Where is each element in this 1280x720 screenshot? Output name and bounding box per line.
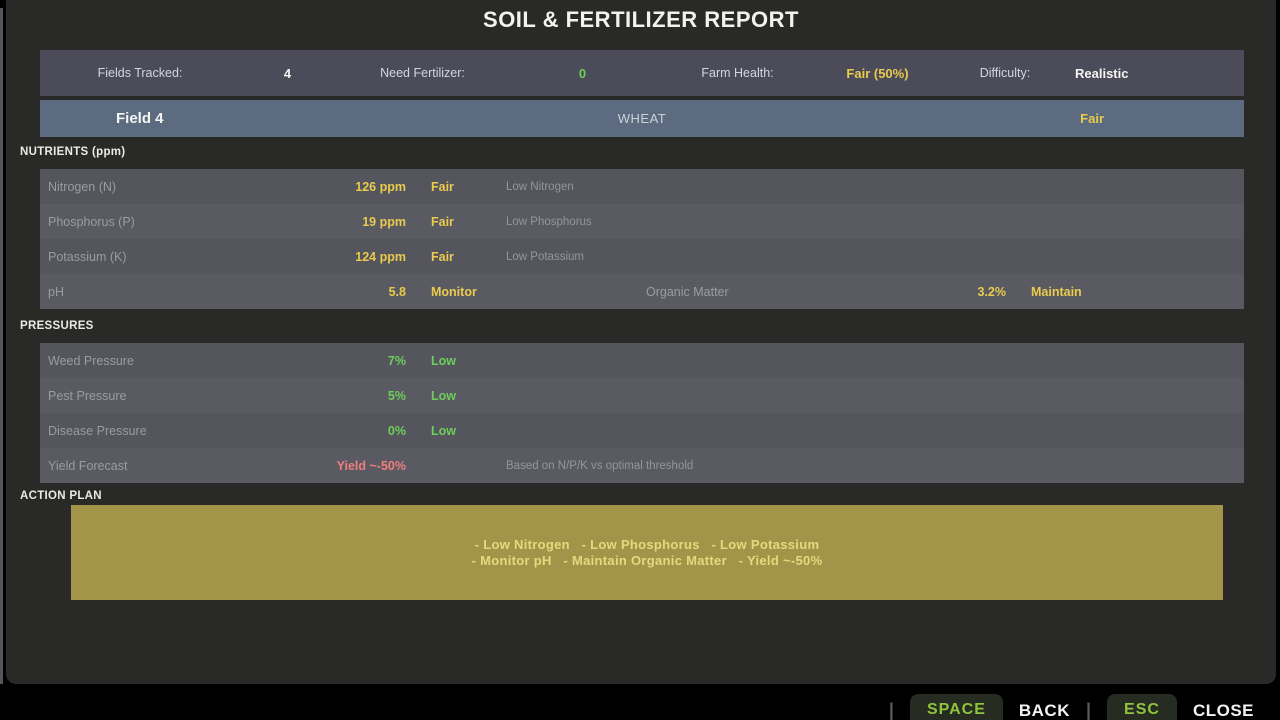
pressure-value: 0% <box>234 424 406 438</box>
pressure-status: Low <box>431 424 506 438</box>
farm-health-label: Farm Health: <box>655 66 820 80</box>
yield-forecast-row: Yield Forecast Yield ~-50% Based on N/P/… <box>40 448 1244 483</box>
difficulty-label: Difficulty: <box>935 66 1075 80</box>
yield-forecast-value: Yield ~-50% <box>234 459 406 473</box>
hint-divider: | <box>1086 694 1091 720</box>
pressure-value: 5% <box>234 389 406 403</box>
pressure-status: Low <box>431 389 506 403</box>
nutrient-label: Phosphorus (P) <box>40 215 234 229</box>
yield-forecast-note: Based on N/P/K vs optimal threshold <box>506 460 1244 472</box>
nutrient-row-nitrogen: Nitrogen (N) 126 ppm Fair Low Nitrogen <box>40 169 1244 204</box>
action-plan-line-2: - Monitor pH - Maintain Organic Matter -… <box>472 553 823 568</box>
nutrient-row-ph-organic-matter: pH 5.8 Monitor Organic Matter 3.2% Maint… <box>40 274 1244 309</box>
fields-tracked-label: Fields Tracked: <box>40 66 240 80</box>
nutrient-row-potassium: Potassium (K) 124 ppm Fair Low Potassium <box>40 239 1244 274</box>
nutrient-value: 19 ppm <box>234 215 406 229</box>
ph-label: pH <box>40 285 234 299</box>
nutrient-note: Low Phosphorus <box>506 216 1244 228</box>
close-label: CLOSE <box>1193 694 1254 720</box>
soil-fertilizer-report-panel: SOIL & FERTILIZER REPORT Fields Tracked:… <box>6 0 1276 684</box>
hint-divider: | <box>889 694 894 720</box>
space-key-button[interactable]: SPACE <box>910 694 1003 720</box>
need-fertilizer-label: Need Fertilizer: <box>335 66 510 80</box>
field-header-bar[interactable]: Field 4 WHEAT Fair <box>40 100 1244 137</box>
field-status-badge: Fair <box>1080 111 1104 126</box>
back-label: BACK <box>1019 694 1070 720</box>
nutrient-status: Fair <box>431 180 506 194</box>
pressure-label: Disease Pressure <box>40 424 234 438</box>
field-crop: WHEAT <box>40 111 1244 126</box>
nutrient-value: 124 ppm <box>234 250 406 264</box>
pressure-label: Pest Pressure <box>40 389 234 403</box>
difficulty-value: Realistic <box>1075 66 1280 81</box>
action-plan-line-1: - Low Nitrogen - Low Phosphorus - Low Po… <box>475 537 820 552</box>
pressure-row-disease: Disease Pressure 0% Low <box>40 413 1244 448</box>
keyboard-hints-bar: | SPACE BACK | ESC CLOSE <box>0 684 1280 720</box>
page-title: SOIL & FERTILIZER REPORT <box>6 7 1276 33</box>
nutrient-note: Low Nitrogen <box>506 181 1244 193</box>
left-edge-strip <box>0 8 3 690</box>
nutrient-value: 126 ppm <box>234 180 406 194</box>
ph-value: 5.8 <box>234 285 406 299</box>
nutrient-row-phosphorus: Phosphorus (P) 19 ppm Fair Low Phosphoru… <box>40 204 1244 239</box>
pressure-row-pest: Pest Pressure 5% Low <box>40 378 1244 413</box>
nutrient-label: Nitrogen (N) <box>40 180 234 194</box>
pressure-value: 7% <box>234 354 406 368</box>
need-fertilizer-value: 0 <box>510 66 655 81</box>
nutrient-status: Fair <box>431 250 506 264</box>
action-plan-section-label: ACTION PLAN <box>20 490 102 502</box>
organic-matter-value: 3.2% <box>896 285 1006 299</box>
farm-health-value: Fair (50%) <box>820 66 935 81</box>
ph-status: Monitor <box>431 285 506 299</box>
organic-matter-status: Maintain <box>1031 285 1244 299</box>
farm-stats-bar: Fields Tracked: 4 Need Fertilizer: 0 Far… <box>40 50 1244 96</box>
pressure-status: Low <box>431 354 506 368</box>
nutrients-section-label: NUTRIENTS (ppm) <box>20 146 125 158</box>
action-plan-box: - Low Nitrogen - Low Phosphorus - Low Po… <box>71 505 1223 600</box>
fields-tracked-value: 4 <box>240 66 335 81</box>
nutrient-status: Fair <box>431 215 506 229</box>
nutrient-note: Low Potassium <box>506 251 1244 263</box>
nutrient-label: Potassium (K) <box>40 250 234 264</box>
pressure-row-weed: Weed Pressure 7% Low <box>40 343 1244 378</box>
esc-key-button[interactable]: ESC <box>1107 694 1177 720</box>
organic-matter-label: Organic Matter <box>646 285 896 299</box>
pressures-section-label: PRESSURES <box>20 320 94 332</box>
pressure-label: Weed Pressure <box>40 354 234 368</box>
yield-forecast-label: Yield Forecast <box>40 459 234 473</box>
